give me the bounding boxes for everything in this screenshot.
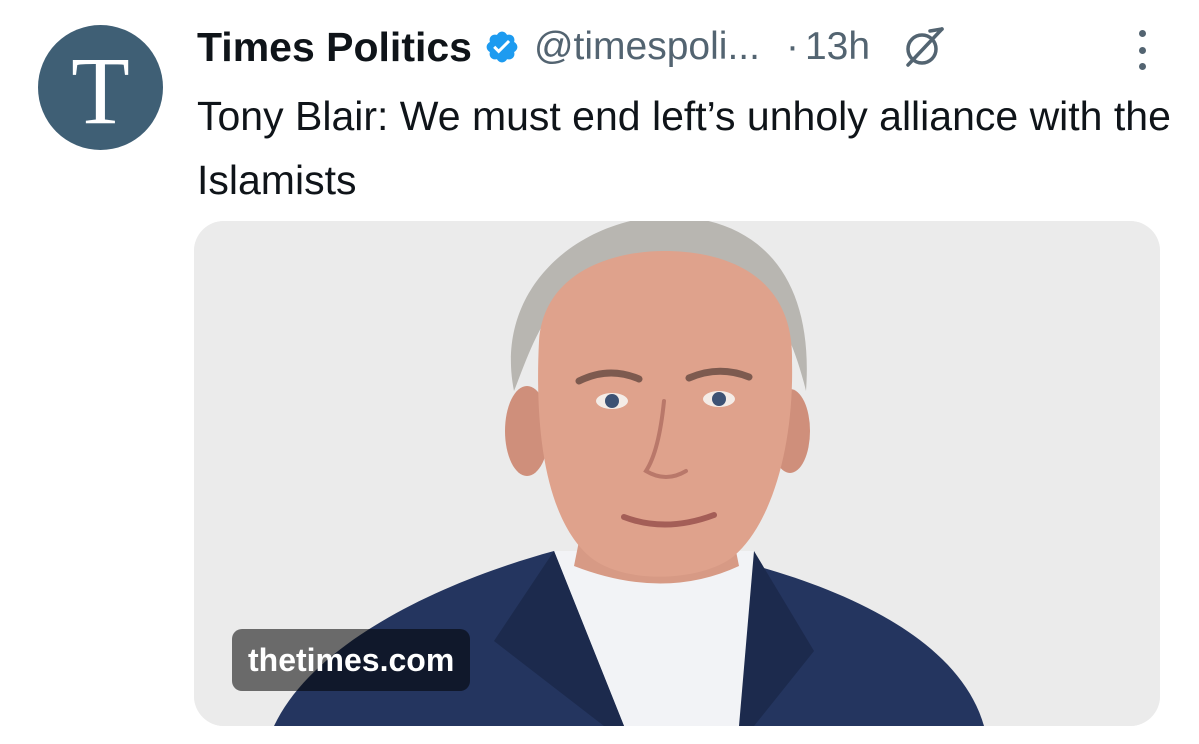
more-dot	[1138, 63, 1146, 70]
verified-badge-icon[interactable]	[484, 29, 520, 65]
author-handle[interactable]: @timespoli...	[534, 25, 760, 69]
grok-icon[interactable]	[900, 23, 948, 71]
more-options-icon[interactable]	[1135, 30, 1149, 70]
tweet[interactable]: T Times Politics @timespoli... · 13h Ton…	[0, 0, 1199, 744]
card-domain-label: thetimes.com	[232, 629, 471, 691]
separator-dot: ·	[785, 25, 799, 68]
more-dot	[1138, 46, 1146, 54]
post-timestamp[interactable]: 13h	[805, 25, 870, 69]
avatar-logo-letter: T	[71, 36, 130, 144]
avatar[interactable]: T	[38, 25, 163, 150]
link-card[interactable]: thetimes.com	[194, 221, 1160, 726]
tweet-text: Tony Blair: We must end left’s unholy al…	[197, 93, 1171, 203]
more-dot	[1138, 30, 1146, 37]
author-name[interactable]: Times Politics	[197, 24, 472, 71]
tweet-header: Times Politics @timespoli... · 13h	[197, 22, 1169, 72]
